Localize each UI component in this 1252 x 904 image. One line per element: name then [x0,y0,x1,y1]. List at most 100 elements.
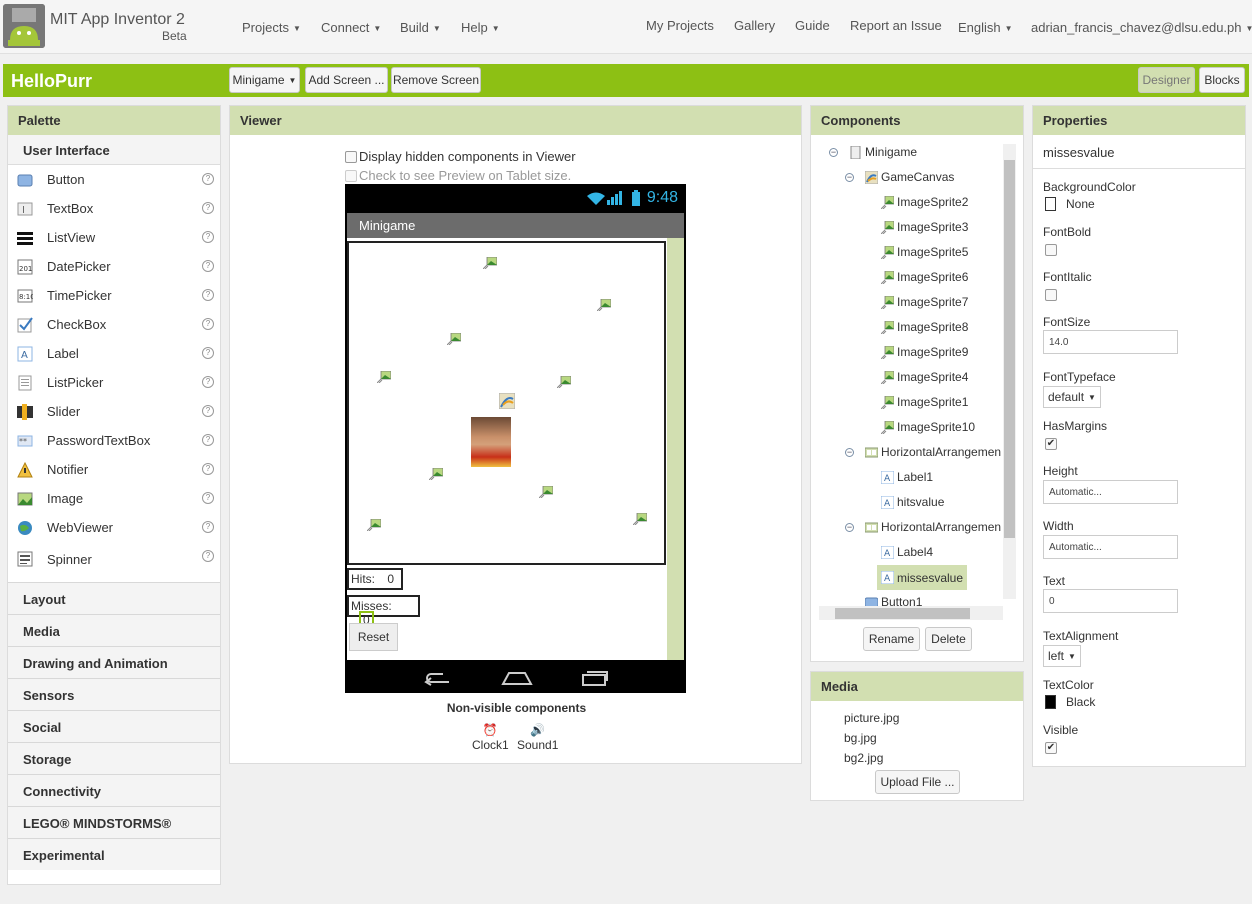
report-issue-link[interactable]: Report an Issue [850,18,942,33]
app-inventor-logo-icon[interactable] [3,4,45,48]
guide-link[interactable]: Guide [795,18,830,33]
build-menu[interactable]: Build ▼ [400,20,441,35]
fontitalic-checkbox[interactable] [1045,289,1057,301]
image-sprite-icon[interactable] [428,467,444,481]
clock1-component[interactable]: ⏰ Clock1 [472,723,509,752]
tree-node[interactable]: ImageSprite5 [881,242,968,262]
blocks-button[interactable]: Blocks [1199,67,1245,93]
help-icon[interactable]: ? [202,405,214,417]
rename-button[interactable]: Rename [863,627,920,651]
reset-button[interactable]: Reset [349,623,398,651]
palette-category[interactable]: LEGO® MINDSTORMS® [8,806,220,838]
palette-item-webviewer[interactable]: WebViewer? [8,513,220,542]
palette-item-textbox[interactable]: I TextBox? [8,194,220,223]
tree-node[interactable]: ImageSprite8 [881,317,968,337]
palette-item-label[interactable]: A Label? [8,339,220,368]
recent-apps-icon[interactable] [581,670,609,686]
collapse-toggle-icon[interactable]: − [845,448,854,457]
show-hidden-checkbox[interactable] [345,150,357,163]
palette-item-timepicker[interactable]: 8:10 TimePicker? [8,281,220,310]
image-sprite-icon[interactable] [538,485,554,499]
media-file[interactable]: bg.jpg [844,731,877,745]
projects-menu[interactable]: Projects ▼ [242,20,301,35]
tree-node[interactable]: ImageSprite7 [881,292,968,312]
tree-horizontal-scrollbar[interactable] [819,606,1003,620]
collapse-toggle-icon[interactable]: − [829,148,838,157]
tree-node[interactable]: ImageSprite3 [881,217,968,237]
home-icon[interactable] [500,670,533,686]
height-input[interactable] [1043,480,1178,504]
delete-button[interactable]: Delete [925,627,972,651]
tree-node[interactable]: GameCanvas [865,167,954,187]
palette-category[interactable]: Connectivity [8,774,220,806]
tree-node[interactable]: ImageSprite6 [881,267,968,287]
tree-node[interactable]: A Label1 [881,467,933,487]
tablet-preview-option[interactable]: Check to see Preview on Tablet size. [345,168,571,183]
tree-node[interactable]: Minigame [849,142,917,162]
add-screen-button[interactable]: Add Screen ... [305,67,388,93]
palette-category[interactable]: Storage [8,742,220,774]
tree-node[interactable]: ImageSprite9 [881,342,968,362]
help-icon[interactable]: ? [202,521,214,533]
palette-item-notifier[interactable]: Notifier? [8,455,220,484]
connect-menu[interactable]: Connect ▼ [321,20,381,35]
image-sprite-icon[interactable] [556,375,572,389]
designer-button[interactable]: Designer [1138,67,1195,93]
tree-scroll-thumb[interactable] [1004,160,1015,538]
help-icon[interactable]: ? [202,231,214,243]
tree-node[interactable]: HorizontalArrangemen [865,442,1001,462]
collapse-toggle-icon[interactable]: − [845,173,854,182]
my-projects-link[interactable]: My Projects [646,18,714,33]
palette-item-slider[interactable]: Slider? [8,397,220,426]
palette-item-image[interactable]: Image? [8,484,220,513]
image-sprite-icon[interactable] [376,370,392,384]
help-icon[interactable]: ? [202,463,214,475]
back-icon[interactable] [423,670,453,686]
palette-item-datepicker[interactable]: 201 DatePicker? [8,252,220,281]
tree-h-scroll-thumb[interactable] [835,608,970,619]
palette-item-listpicker[interactable]: ListPicker? [8,368,220,397]
image-sprite-icon[interactable] [366,518,382,532]
hasmargins-checkbox[interactable]: ✔ [1045,438,1057,450]
help-menu[interactable]: Help ▼ [461,20,500,35]
palette-category[interactable]: Social [8,710,220,742]
palette-item-listview[interactable]: ListView? [8,223,220,252]
palette-item-button[interactable]: Button? [8,165,220,194]
tree-node[interactable]: ImageSprite1 [881,392,968,412]
palette-category[interactable]: Layout [8,582,220,614]
sound1-component[interactable]: 🔊 Sound1 [517,723,558,752]
tree-node[interactable]: Ahitsvalue [881,492,944,512]
help-icon[interactable]: ? [202,318,214,330]
help-icon[interactable]: ? [202,376,214,388]
collapse-toggle-icon[interactable]: − [845,523,854,532]
help-icon[interactable]: ? [202,492,214,504]
palette-category[interactable]: Experimental [8,838,220,870]
language-menu[interactable]: English ▼ [958,20,1013,35]
image-sprite-icon[interactable] [482,256,498,270]
help-icon[interactable]: ? [202,434,214,446]
gallery-link[interactable]: Gallery [734,18,775,33]
textalignment-select[interactable]: left ▼ [1043,645,1081,667]
image-sprite-icon[interactable] [446,332,462,346]
image-sprite-icon[interactable] [596,298,612,312]
fontbold-checkbox[interactable] [1045,244,1057,256]
media-file[interactable]: picture.jpg [844,711,899,725]
fonttypeface-select[interactable]: default ▼ [1043,386,1101,408]
tree-node[interactable]: HorizontalArrangemen [865,517,1001,537]
player-photo-sprite[interactable] [471,417,511,467]
textcolor-picker[interactable]: Black [1045,695,1095,709]
help-icon[interactable]: ? [202,202,214,214]
palette-category[interactable]: Media [8,614,220,646]
show-hidden-option[interactable]: Display hidden components in Viewer [345,149,576,164]
remove-screen-button[interactable]: Remove Screen [391,67,481,93]
palette-item-spinner[interactable]: Spinner? [8,542,220,576]
tree-node[interactable]: Amissesvalue [877,565,968,590]
tree-node[interactable]: ImageSprite4 [881,367,968,387]
help-icon[interactable]: ? [202,550,214,562]
text-input[interactable] [1043,589,1178,613]
upload-file-button[interactable]: Upload File ... [875,770,960,794]
visible-checkbox[interactable]: ✔ [1045,742,1057,754]
palette-section-user-interface[interactable]: User Interface [8,135,220,165]
screen-scrollbar[interactable] [667,238,684,660]
game-canvas[interactable] [347,241,666,565]
